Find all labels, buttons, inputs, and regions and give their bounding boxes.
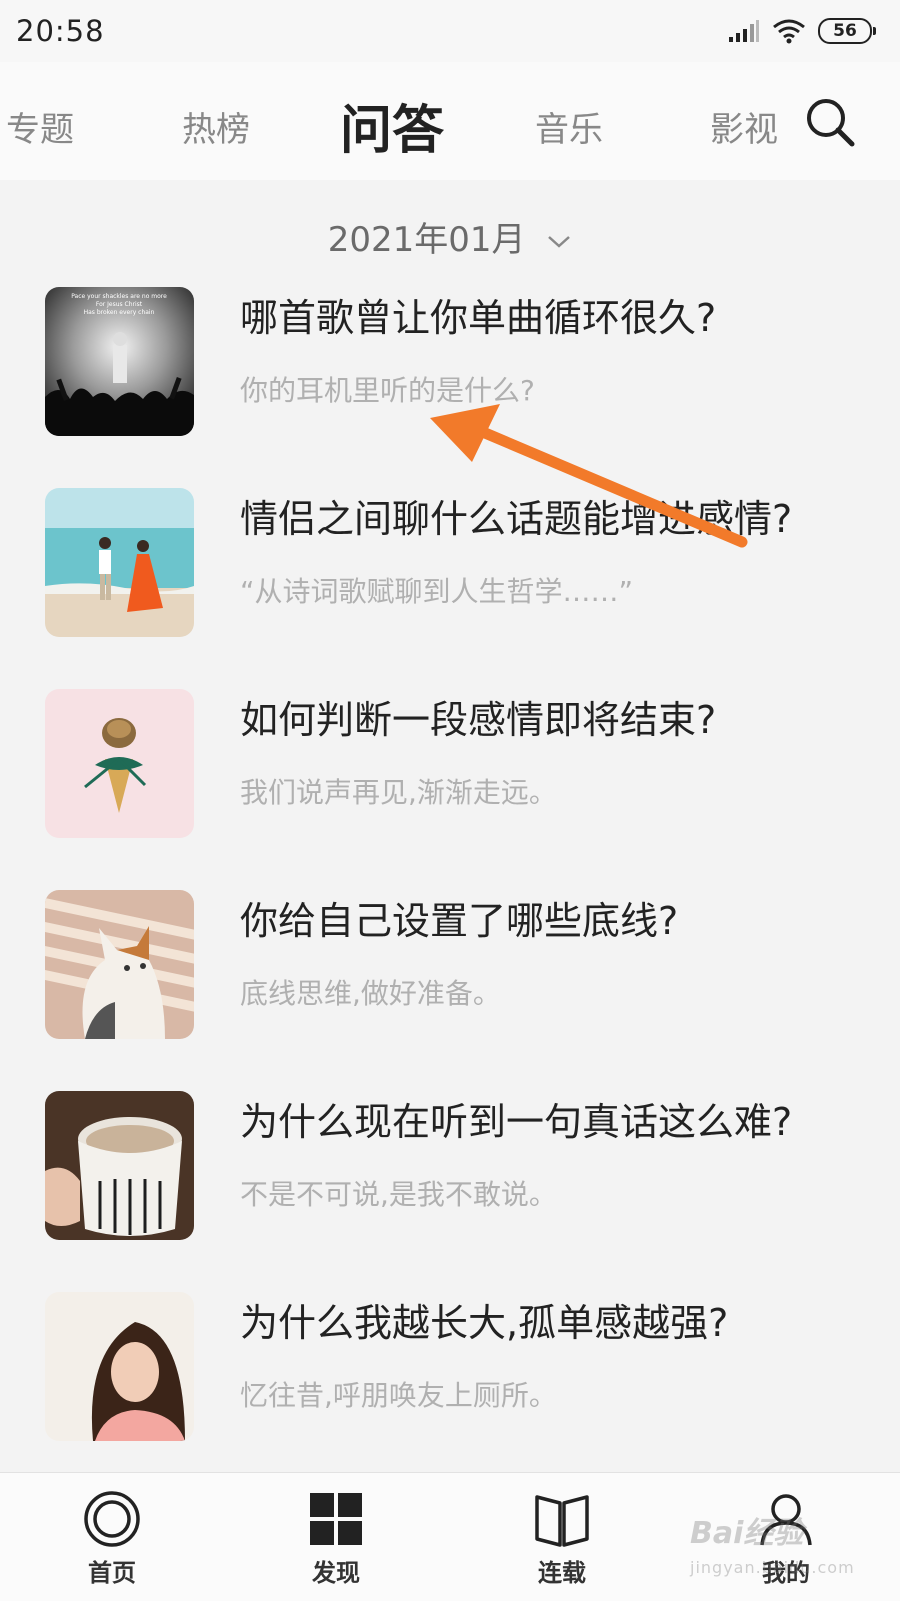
question-list: 2021年01月 Pace your shackles are no more …: [0, 180, 900, 1472]
date-picker[interactable]: 2021年01月: [0, 212, 900, 261]
signal-icon: [729, 20, 759, 42]
wifi-icon: [773, 19, 805, 44]
status-icons: 56: [728, 14, 876, 48]
bottom-nav-home[interactable]: 首页: [42, 1473, 182, 1601]
question-title: 哪首歌曾让你单曲循环很久?: [240, 296, 717, 340]
question-title: 情侣之间聊什么话题能增进感情?: [240, 497, 793, 541]
list-item[interactable]: 你给自己设置了哪些底线? 底线思维,做好准备。: [0, 876, 900, 1039]
list-item[interactable]: 如何判断一段感情即将结束? 我们说声再见,渐渐走远。: [0, 675, 900, 838]
question-subtitle: 底线思维,做好准备。: [240, 977, 501, 1010]
bottom-nav-serial[interactable]: 连载: [492, 1473, 632, 1601]
girl-portrait-photo-thumbnail: [45, 1292, 194, 1441]
bottom-nav-label: 发现: [312, 1559, 360, 1587]
search-icon[interactable]: [804, 96, 856, 148]
question-subtitle: 我们说声再见,渐渐走远。: [240, 776, 557, 809]
date-picker-label: 2021年01月: [327, 220, 526, 260]
book-icon: [535, 1495, 589, 1547]
pinecone-cone-photo-thumbnail: [45, 689, 194, 838]
tab-hot-list[interactable]: 热榜: [182, 102, 250, 151]
chevron-down-icon: [548, 235, 571, 248]
list-item[interactable]: 情侣之间聊什么话题能增进感情? “从诗词歌赋聊到人生哲学……”: [0, 474, 900, 637]
list-item[interactable]: 为什么我越长大,孤单感越强? 忆往昔,呼朋唤友上厕所。: [0, 1278, 900, 1441]
coffee-mug-photo-thumbnail: [45, 1091, 194, 1240]
question-subtitle: 不是不可说,是我不敢说。: [240, 1178, 557, 1211]
tab-music[interactable]: 音乐: [535, 102, 603, 151]
question-title: 为什么我越长大,孤单感越强?: [240, 1301, 729, 1345]
tab-qa[interactable]: 问答: [340, 88, 444, 163]
list-item[interactable]: 为什么现在听到一句真话这么难? 不是不可说,是我不敢说。: [0, 1077, 900, 1240]
battery-level: 56: [833, 21, 857, 41]
question-subtitle: “从诗词歌赋聊到人生哲学……”: [240, 575, 634, 608]
status-time: 20:58: [16, 14, 105, 48]
question-subtitle: 忆往昔,呼朋唤友上厕所。: [240, 1379, 557, 1412]
list-item[interactable]: Pace your shackles are no more For Jesus…: [0, 273, 900, 436]
tab-movies[interactable]: 影视: [710, 102, 778, 151]
thumb-caption-3: Has broken every chain: [84, 309, 155, 316]
cat-photo-thumbnail: [45, 890, 194, 1039]
watermark-url: jingyan.baidu.com: [690, 1558, 855, 1577]
thumb-caption-2: For Jesus Christ: [96, 301, 143, 308]
battery-indicator: 56: [818, 18, 876, 44]
question-title: 你给自己设置了哪些底线?: [240, 899, 679, 943]
bottom-nav-label: 连载: [538, 1559, 586, 1587]
question-title: 为什么现在听到一句真话这么难?: [240, 1100, 793, 1144]
home-icon: [84, 1491, 140, 1547]
grid-icon: [310, 1493, 362, 1545]
baidu-jingyan-watermark: Bai经验 jingyan.baidu.com: [690, 1508, 890, 1588]
thumb-caption-1: Pace your shackles are no more: [71, 293, 167, 300]
concert-photo-thumbnail: Pace your shackles are no more For Jesus…: [45, 287, 194, 436]
status-bar: 20:58 56: [0, 0, 900, 62]
tab-topics[interactable]: 专题: [6, 102, 74, 151]
watermark-brand: Bai经验: [690, 1516, 804, 1551]
question-subtitle: 你的耳机里听的是什么?: [240, 374, 535, 407]
bottom-nav-label: 首页: [88, 1559, 136, 1587]
beach-couple-photo-thumbnail: [45, 488, 194, 637]
bottom-nav-discover[interactable]: 发现: [266, 1473, 406, 1601]
question-title: 如何判断一段感情即将结束?: [240, 698, 717, 742]
top-nav: 专题 热榜 问答 音乐 影视: [0, 62, 900, 180]
